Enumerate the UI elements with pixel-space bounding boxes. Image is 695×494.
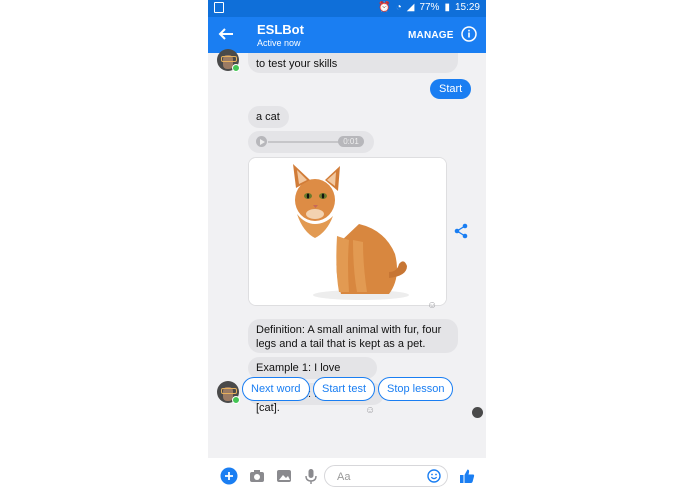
- message-input[interactable]: [335, 469, 425, 485]
- play-icon[interactable]: [256, 136, 267, 147]
- like-icon[interactable]: [458, 467, 476, 485]
- manage-button[interactable]: MANAGE: [408, 30, 454, 41]
- status-bar: ⏰ ◔ ◢ 77% ▮ 15:29: [208, 0, 486, 17]
- gallery-icon[interactable]: [275, 467, 293, 485]
- plus-icon[interactable]: [220, 467, 238, 485]
- notification-icon: [214, 2, 224, 13]
- user-message: Start: [430, 79, 472, 99]
- battery-icon: ▮: [444, 2, 450, 13]
- conversation-header: ESLBot Active now MANAGE: [208, 17, 486, 53]
- microphone-icon[interactable]: [302, 467, 320, 485]
- battery-percent: 77%: [419, 2, 440, 13]
- clock: 15:29: [454, 2, 480, 13]
- message-composer: [208, 458, 486, 494]
- share-icon[interactable]: [453, 223, 469, 239]
- emoji-icon[interactable]: [427, 469, 441, 483]
- info-icon[interactable]: [461, 26, 477, 42]
- quick-reply-start-test[interactable]: Start test: [313, 377, 376, 401]
- quick-reply-stop-lesson[interactable]: Stop lesson: [378, 377, 454, 401]
- audio-progress[interactable]: [268, 141, 348, 143]
- audio-player[interactable]: 0:01: [248, 131, 374, 153]
- reaction-icon[interactable]: ☺: [427, 300, 439, 312]
- bot-message: to test your skills: [248, 53, 458, 73]
- signal-icon: ◢: [406, 2, 415, 13]
- bot-message-example-1: Example 1: I love [cats]!: [248, 357, 377, 388]
- bot-message: a cat: [248, 106, 289, 128]
- back-arrow-icon[interactable]: [217, 25, 235, 43]
- audio-duration: 0:01: [338, 136, 364, 147]
- quick-reply-next-word[interactable]: Next word: [242, 377, 310, 401]
- cat-picture: [249, 158, 446, 305]
- read-receipt-avatar: [472, 407, 483, 418]
- bot-message-definition: Definition: A small animal with fur, fou…: [248, 319, 458, 353]
- online-indicator: [232, 64, 240, 72]
- cat-image[interactable]: [248, 157, 447, 306]
- messenger-screen: ⏰ ◔ ◢ 77% ▮ 15:29 ESLBot Active now MANA…: [208, 0, 486, 494]
- alarm-icon: ⏰: [378, 2, 391, 13]
- wifi-icon: ◔: [395, 2, 402, 13]
- conversation-title[interactable]: ESLBot: [257, 22, 304, 37]
- camera-icon[interactable]: [248, 467, 266, 485]
- presence-status: Active now: [257, 38, 301, 48]
- reaction-icon[interactable]: ☺: [365, 405, 377, 417]
- online-indicator: [232, 396, 240, 404]
